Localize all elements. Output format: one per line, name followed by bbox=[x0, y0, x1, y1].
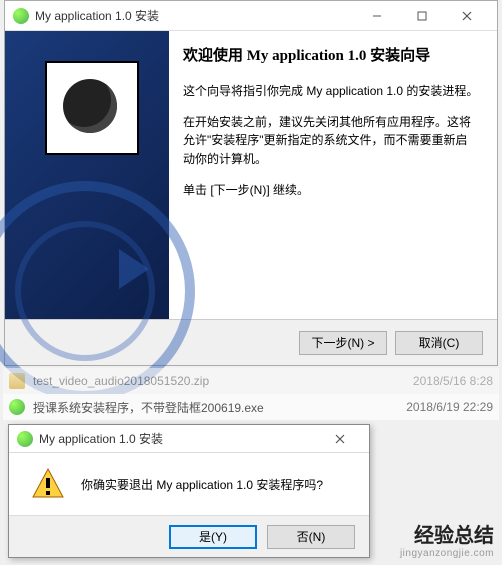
window-title: My application 1.0 安装 bbox=[35, 7, 354, 24]
exe-icon bbox=[9, 399, 25, 415]
dialog-titlebar: My application 1.0 安装 bbox=[9, 425, 369, 453]
file-date: 2018/5/16 8:28 bbox=[413, 374, 493, 388]
warning-icon bbox=[31, 467, 65, 501]
dialog-message: 你确实要退出 My application 1.0 安装程序吗? bbox=[81, 476, 323, 493]
file-name: test_video_audio2018051520.zip bbox=[33, 374, 413, 388]
watermark: 经验总结 jingyanzongjie.com bbox=[400, 519, 494, 559]
installer-window: My application 1.0 安装 欢迎使用 My applicatio… bbox=[4, 0, 498, 366]
watermark-url: jingyanzongjie.com bbox=[400, 548, 494, 559]
dialog-title: My application 1.0 安装 bbox=[39, 430, 319, 447]
zip-icon bbox=[9, 373, 25, 389]
next-button[interactable]: 下一步(N) > bbox=[299, 331, 387, 355]
content-area: 欢迎使用 My application 1.0 安装向导 这个向导将指引你完成 … bbox=[5, 31, 497, 319]
file-date: 2018/6/19 22:29 bbox=[406, 400, 493, 414]
wizard-para-3: 单击 [下一步(N)] 继续。 bbox=[183, 181, 479, 200]
yes-button[interactable]: 是(Y) bbox=[169, 525, 257, 549]
maximize-button[interactable] bbox=[399, 2, 444, 30]
minimize-button[interactable] bbox=[354, 2, 399, 30]
wizard-text-panel: 欢迎使用 My application 1.0 安装向导 这个向导将指引你完成 … bbox=[169, 31, 497, 319]
titlebar: My application 1.0 安装 bbox=[5, 1, 497, 31]
dialog-button-row: 是(Y) 否(N) bbox=[9, 515, 369, 557]
dialog-body: 你确实要退出 My application 1.0 安装程序吗? bbox=[9, 453, 369, 515]
file-row[interactable]: 授课系统安装程序，不带登陆框200619.exe 2018/6/19 22:29 bbox=[3, 394, 499, 420]
file-name: 授课系统安装程序，不带登陆框200619.exe bbox=[33, 399, 406, 416]
no-button[interactable]: 否(N) bbox=[267, 525, 355, 549]
confirm-dialog: My application 1.0 安装 你确实要退出 My applicat… bbox=[8, 424, 370, 558]
close-button[interactable] bbox=[444, 2, 489, 30]
cancel-button[interactable]: 取消(C) bbox=[395, 331, 483, 355]
dialog-close-button[interactable] bbox=[319, 426, 361, 452]
watermark-text: 经验总结 bbox=[400, 519, 494, 548]
wizard-heading: 欢迎使用 My application 1.0 安装向导 bbox=[183, 45, 479, 68]
file-row[interactable]: test_video_audio2018051520.zip 2018/5/16… bbox=[3, 368, 499, 394]
wizard-para-1: 这个向导将指引你完成 My application 1.0 的安装进程。 bbox=[183, 82, 479, 101]
wizard-side-image bbox=[5, 31, 169, 319]
app-icon bbox=[17, 431, 33, 447]
app-icon bbox=[13, 8, 29, 24]
wizard-para-2: 在开始安装之前，建议先关闭其他所有应用程序。这将允许"安装程序"更新指定的系统文… bbox=[183, 113, 479, 169]
